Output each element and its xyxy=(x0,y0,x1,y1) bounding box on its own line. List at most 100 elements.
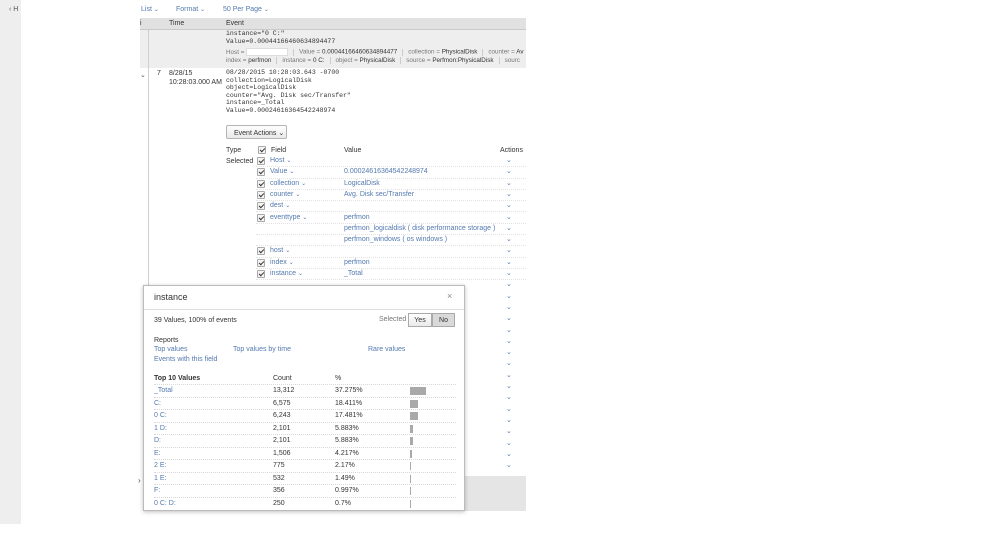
field-actions-caret[interactable]: ⌄ xyxy=(506,213,512,221)
field-actions-caret[interactable]: ⌄ xyxy=(506,450,512,458)
field-actions-caret[interactable]: ⌄ xyxy=(506,382,512,390)
field-checkbox[interactable] xyxy=(257,247,265,256)
field-value[interactable]: 0.00024616364542248974 xyxy=(344,168,428,175)
field-actions-caret[interactable]: ⌄ xyxy=(506,337,512,345)
top-value-name[interactable]: E: xyxy=(154,450,161,457)
top-value-bar xyxy=(410,412,418,420)
field-checkbox[interactable] xyxy=(257,168,265,177)
event-time: 10:28:03.000 AM xyxy=(169,78,222,86)
field-actions-caret[interactable]: ⌄ xyxy=(506,224,512,232)
field-name[interactable]: instance ⌄ xyxy=(270,270,303,277)
top-value-name[interactable]: 1 E: xyxy=(154,475,166,482)
field-pair[interactable]: collection = PhysicalDisk xyxy=(408,49,477,56)
field-actions-caret[interactable]: ⌄ xyxy=(506,461,512,469)
field-actions-caret[interactable]: ⌄ xyxy=(506,427,512,435)
field-actions-caret[interactable]: ⌄ xyxy=(506,246,512,254)
format-dropdown[interactable]: Format ⌄ xyxy=(176,6,205,13)
selected-yes-button[interactable]: Yes xyxy=(408,313,432,327)
collapse-event-toggle[interactable]: ⌄ xyxy=(140,71,146,79)
event-timestamp[interactable]: 8/28/15 10:28:03.000 AM xyxy=(169,70,222,87)
field-actions-caret[interactable]: ⌄ xyxy=(506,359,512,367)
selected-no-button[interactable]: No xyxy=(432,313,455,327)
field-value: PhysicalDisk xyxy=(441,48,478,56)
field-checkbox[interactable] xyxy=(257,157,265,165)
field-pair[interactable]: source = Perfmon:PhysicalDisk xyxy=(406,57,493,64)
close-icon[interactable]: × xyxy=(447,291,452,301)
column-header-event[interactable]: Event xyxy=(226,20,244,27)
select-all-checkbox[interactable] xyxy=(257,145,266,155)
column-header-time[interactable]: Time xyxy=(169,20,184,27)
field-actions-caret[interactable]: ⌄ xyxy=(506,167,512,175)
field-name[interactable]: index ⌄ xyxy=(270,259,294,266)
field-name[interactable]: Value ⌄ xyxy=(270,168,294,175)
field-value[interactable]: perfmon xyxy=(344,214,370,221)
field-actions-caret[interactable]: ⌄ xyxy=(506,439,512,447)
top-value-count: 356 xyxy=(273,487,285,494)
top-values-link[interactable]: Top values xyxy=(154,346,187,353)
top-value-name[interactable]: 2 E: xyxy=(154,462,166,469)
field-actions-caret[interactable]: ⌄ xyxy=(506,303,512,311)
field-actions-caret[interactable]: ⌄ xyxy=(506,280,512,288)
field-name[interactable]: counter ⌄ xyxy=(270,191,300,198)
field-value[interactable]: _Total xyxy=(344,270,363,277)
field-actions-caret[interactable]: ⌄ xyxy=(506,235,512,243)
field-value[interactable]: perfmon_logicaldisk ( disk performance s… xyxy=(344,225,495,232)
events-with-field-link[interactable]: Events with this field xyxy=(154,356,217,363)
field-checkbox[interactable] xyxy=(257,213,265,222)
field-value[interactable]: LogicalDisk xyxy=(344,180,380,187)
top-value-name[interactable]: 1 D: xyxy=(154,425,167,432)
top-value-bar xyxy=(410,449,412,458)
field-value[interactable]: perfmon xyxy=(344,259,370,266)
list-dropdown[interactable]: List ⌄ xyxy=(141,6,159,13)
field-name[interactable]: Host ⌄ xyxy=(270,157,291,164)
field-pair[interactable]: sourc xyxy=(505,57,520,64)
chevron-right-icon[interactable]: › xyxy=(138,476,141,485)
field-name[interactable]: host ⌄ xyxy=(270,247,290,254)
top-value-name[interactable]: 0 C: xyxy=(154,412,167,419)
per-page-dropdown[interactable]: 50 Per Page ⌄ xyxy=(223,6,269,13)
field-value: Perfmon:PhysicalDisk xyxy=(432,57,494,65)
field-actions-caret[interactable]: ⌄ xyxy=(506,416,512,424)
field-actions-caret[interactable]: ⌄ xyxy=(506,292,512,300)
results-footer xyxy=(463,476,526,511)
field-checkbox[interactable] xyxy=(257,179,265,188)
field-value[interactable]: perfmon_windows ( os windows ) xyxy=(344,236,447,243)
top-value-name[interactable]: F: xyxy=(154,487,160,494)
field-pair[interactable]: Host = xyxy=(226,48,289,56)
top-value-name[interactable]: 0 C: D: xyxy=(154,500,176,507)
field-checkbox[interactable] xyxy=(257,258,265,267)
field-value[interactable]: Avg. Disk sec/Transfer xyxy=(344,191,414,198)
checkbox[interactable] xyxy=(258,146,266,154)
field-actions-caret[interactable]: ⌄ xyxy=(506,201,512,209)
field-checkbox[interactable] xyxy=(257,270,265,278)
field-actions-caret[interactable]: ⌄ xyxy=(506,190,512,198)
field-actions-caret[interactable]: ⌄ xyxy=(506,371,512,379)
field-name[interactable]: dest ⌄ xyxy=(270,202,290,209)
field-pair[interactable]: counter = Av xyxy=(488,49,523,56)
top-value-name[interactable]: C: xyxy=(154,400,161,407)
field-actions-caret[interactable]: ⌄ xyxy=(506,269,512,277)
field-name[interactable]: collection ⌄ xyxy=(270,180,306,187)
field-actions-caret[interactable]: ⌄ xyxy=(506,179,512,187)
field-actions-caret[interactable]: ⌄ xyxy=(506,405,512,413)
top-value-name[interactable]: D: xyxy=(154,437,161,444)
top-values-by-time-link[interactable]: Top values by time xyxy=(233,346,291,353)
field-actions-caret[interactable]: ⌄ xyxy=(506,156,512,164)
field-actions-caret[interactable]: ⌄ xyxy=(506,326,512,334)
top-value-name[interactable]: _Total xyxy=(154,387,173,394)
field-name[interactable]: eventtype ⌄ xyxy=(270,214,307,221)
field-actions-caret[interactable]: ⌄ xyxy=(506,314,512,322)
rare-values-link[interactable]: Rare values xyxy=(368,346,405,353)
field-pair[interactable]: Value = 0.00044166460634894477 xyxy=(299,49,397,56)
field-checkbox[interactable] xyxy=(257,190,265,199)
field-pair[interactable]: index = perfmon xyxy=(226,57,271,64)
field-pair[interactable]: object = PhysicalDisk xyxy=(336,57,396,64)
field-pair[interactable]: instance = 0 C: xyxy=(282,57,324,64)
chevron-down-icon: ⌄ xyxy=(295,191,301,198)
field-checkbox[interactable] xyxy=(257,202,265,211)
event-actions-button[interactable]: Event Actions ⌄ xyxy=(226,125,287,139)
field-actions-caret[interactable]: ⌄ xyxy=(506,348,512,356)
field-actions-caret[interactable]: ⌄ xyxy=(506,258,512,266)
field-actions-caret[interactable]: ⌄ xyxy=(506,393,512,401)
back-link[interactable]: ‹ H xyxy=(9,6,18,13)
